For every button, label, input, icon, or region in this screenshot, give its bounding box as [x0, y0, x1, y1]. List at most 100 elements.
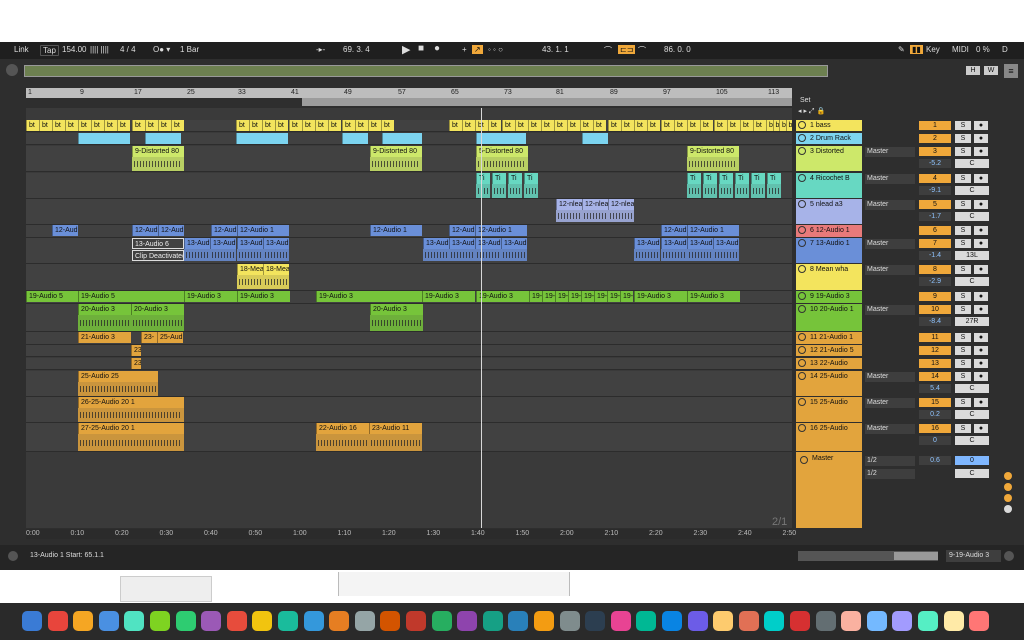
arrangement-clip[interactable]: 19-Audio 3 [237, 291, 290, 302]
clip-body[interactable] [608, 210, 634, 222]
arrangement-clip[interactable]: 13-Aud [263, 238, 289, 249]
dock-app-icon[interactable] [406, 611, 426, 631]
dock-app-icon[interactable] [636, 611, 657, 631]
dock-app-icon[interactable] [559, 611, 580, 631]
arrangement-clip[interactable]: bt [328, 120, 341, 131]
track-number[interactable]: 2 [919, 134, 951, 143]
arrangement-clip[interactable]: 12-Audio 1 [687, 225, 739, 236]
clip-body[interactable] [634, 249, 660, 261]
arrangement-clip[interactable]: bt [674, 120, 687, 131]
arrangement-clip[interactable]: 13-Aud [237, 238, 263, 249]
punch-out-icon[interactable]: ⌒ [638, 45, 646, 56]
record-arm-icon[interactable]: ● [974, 398, 988, 407]
arrangement-clip[interactable]: 18-Mea [263, 264, 289, 275]
solo-button[interactable]: S [955, 292, 971, 301]
arrangement-clip[interactable]: bt [502, 120, 515, 131]
arrangement-clip[interactable]: bt [647, 120, 660, 131]
track-fold-icon[interactable] [798, 239, 806, 247]
arrangement-clip[interactable]: 25-Aud [157, 332, 183, 343]
automation-arm-icon[interactable]: ↗ [472, 45, 483, 54]
track-output-select[interactable]: Master [865, 265, 915, 275]
solo-button[interactable]: S [955, 239, 971, 248]
arrangement-clip[interactable]: bt [554, 120, 567, 131]
arrangement-clip[interactable]: bt [593, 120, 606, 131]
loop-brace[interactable] [302, 98, 792, 106]
clip-body[interactable] [263, 275, 289, 289]
track-number[interactable]: 11 [919, 333, 951, 342]
solo-button[interactable]: S [955, 346, 971, 355]
record-arm-icon[interactable]: ● [974, 134, 988, 143]
arrangement-clip[interactable]: Ti [767, 173, 781, 184]
overdub-icon[interactable]: + [462, 45, 467, 54]
arrangement-clip[interactable]: 13-Aud [184, 238, 210, 249]
solo-button[interactable]: S [955, 134, 971, 143]
dock-app-icon[interactable] [226, 611, 247, 631]
track-header[interactable]: 8 Mean wha [796, 264, 862, 290]
arrangement-clip[interactable]: bt [661, 120, 674, 131]
menu-icon[interactable]: ≡ [1004, 64, 1018, 78]
arrangement-clip[interactable]: 20-Audio 3 [370, 304, 423, 315]
arrangement-clip[interactable]: 13-Audio 6 [132, 238, 184, 249]
dock-app-icon[interactable] [815, 611, 836, 631]
arrangement-clip[interactable]: bt [515, 120, 528, 131]
arrangement-clip[interactable]: 19-Audio 3 [555, 291, 568, 302]
record-arm-icon[interactable]: ● [974, 239, 988, 248]
bar-ruler[interactable]: 1 9 17 25 33 41 49 57 65 73 81 89 97 105 113 [26, 88, 792, 98]
dock-app-icon[interactable] [380, 611, 401, 631]
arrangement-clip[interactable]: 21-Audio 3 [78, 332, 131, 343]
dock-app-icon[interactable] [22, 611, 42, 631]
dock-app-icon[interactable] [892, 611, 913, 631]
arrangement-clip[interactable]: bt [528, 120, 541, 131]
record-arm-icon[interactable]: ● [974, 346, 988, 355]
record-icon[interactable]: ● [434, 43, 440, 54]
arrangement-clip[interactable]: 26-25-Audio 20 1 [78, 397, 184, 408]
solo-button[interactable]: S [955, 174, 971, 183]
arrangement-clip[interactable]: 13-Aud [634, 238, 660, 249]
arrangement-clip[interactable]: bt [462, 120, 475, 131]
dock-app-icon[interactable] [252, 611, 273, 631]
track-pan[interactable]: C [955, 436, 989, 445]
clip-body[interactable] [687, 249, 713, 261]
clip-body[interactable] [132, 157, 184, 171]
track-number[interactable]: 5 [919, 200, 951, 209]
arrangement-clip[interactable]: bt [249, 120, 262, 131]
clip-body[interactable] [492, 184, 506, 198]
arrangement-clip[interactable]: 19-Audio 3 [529, 291, 542, 302]
track-volume[interactable]: 0 [919, 436, 951, 445]
master-pan[interactable]: C [955, 469, 989, 478]
arrangement-clip[interactable]: 19-Audio 3 [184, 291, 237, 302]
solo-button[interactable]: S [955, 147, 971, 156]
track-volume[interactable]: -2.9 [919, 277, 951, 286]
record-arm-icon[interactable]: ● [974, 200, 988, 209]
follow-icon[interactable]: -▸- [316, 45, 325, 54]
track-fold-icon[interactable] [798, 147, 806, 155]
arrangement-clip[interactable]: bt [78, 120, 91, 131]
clip-body[interactable] [449, 249, 475, 261]
arrangement-clip[interactable]: 23- [131, 345, 141, 356]
solo-button[interactable]: S [955, 359, 971, 368]
dock-app-icon[interactable] [866, 611, 887, 631]
clip-body[interactable] [476, 157, 528, 171]
arrangement-clip[interactable]: 9-Distorted 80 [687, 146, 739, 157]
solo-button[interactable]: S [955, 372, 971, 381]
track-number[interactable]: 8 [919, 265, 951, 274]
master-cue-select[interactable]: 1/2 [865, 456, 915, 466]
track-pan[interactable]: 13L [955, 251, 989, 260]
arrangement-clip[interactable]: 27-25-Audio 20 1 [78, 423, 184, 434]
track-output-select[interactable]: Master [865, 305, 915, 315]
time-signature[interactable]: 4 / 4 [120, 45, 136, 54]
arrangement-clip[interactable]: 19-Audio 3 [422, 291, 475, 302]
clip-body[interactable] [687, 157, 739, 171]
clip-body[interactable] [703, 184, 717, 198]
arrangement-clip[interactable]: 20-Audio 3 [78, 304, 131, 315]
arrangement-clip[interactable]: bt [727, 120, 740, 131]
arrangement-clip[interactable]: 13-Aud [423, 238, 449, 249]
track-fold-icon[interactable] [798, 424, 806, 432]
master-fold-icon[interactable] [800, 456, 808, 464]
draw-mode-icon[interactable]: ✎ [898, 45, 905, 54]
arrangement-clip[interactable]: 13-Aud [449, 238, 475, 249]
arrangement-clip[interactable]: 22-Audio 16 [316, 423, 369, 434]
loop-start-field[interactable]: 43. 1. 1 [542, 45, 569, 54]
track-output-select[interactable]: Master [865, 372, 915, 382]
arrangement-clip[interactable] [342, 133, 368, 144]
